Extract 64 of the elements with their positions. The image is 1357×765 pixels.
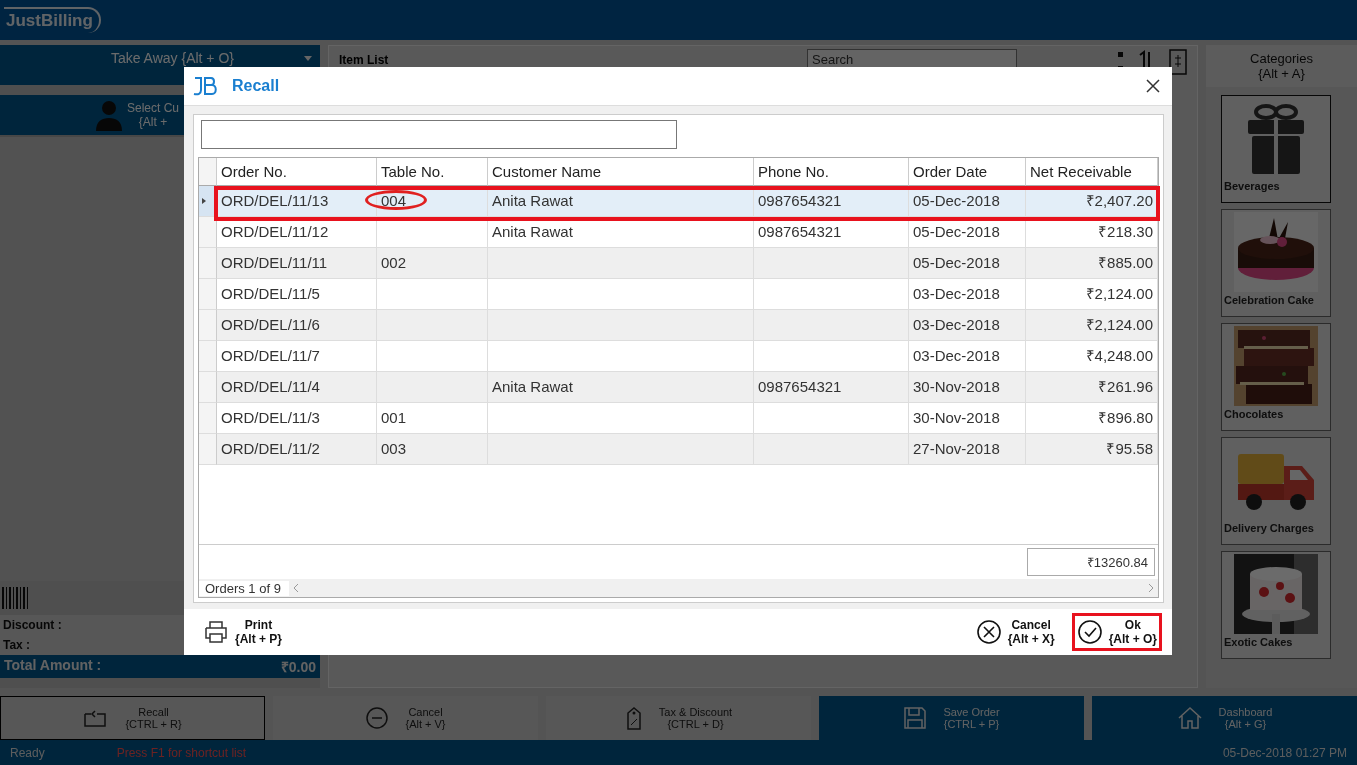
category-tile[interactable]: Chocolates: [1221, 323, 1331, 431]
search-field[interactable]: Search: [807, 49, 1017, 69]
ok-button[interactable]: Ok {Alt + O}: [1071, 613, 1162, 651]
price-tag-icon: [624, 705, 643, 731]
table-cell: ₹2,124.00: [1026, 310, 1158, 341]
table-cell: 003: [377, 434, 488, 465]
date-time: 05-Dec-2018 01:27 PM: [1222, 745, 1347, 760]
table-cell: 0987654321: [754, 372, 909, 403]
table-cell: 05-Dec-2018: [909, 248, 1026, 279]
highlight-ellipse: [365, 190, 427, 210]
jb-logo-icon: [192, 76, 218, 96]
category-tile[interactable]: Delivery Charges: [1221, 437, 1331, 545]
document-icon[interactable]: [1169, 49, 1187, 75]
shortcut-hint: Press F1 for shortcut list: [116, 745, 248, 760]
app-logo: JustBilling: [4, 7, 101, 33]
action-button[interactable]: Dashboard {Alt + G}: [1092, 696, 1357, 740]
table-cell: ORD/DEL/11/6: [217, 310, 377, 341]
status-text: Ready: [10, 745, 45, 760]
total-label: Total Amount :: [4, 657, 102, 675]
person-icon: [95, 99, 123, 131]
table-cell: ORD/DEL/11/11: [217, 248, 377, 279]
action-button[interactable]: Save Order {CTRL + P}: [819, 696, 1084, 740]
total-value: ₹0.00: [280, 658, 316, 676]
table-cell: ORD/DEL/11/4: [217, 372, 377, 403]
categories-button[interactable]: Categories {Alt + A}: [1206, 45, 1357, 87]
category-name: Chocolates: [1224, 408, 1284, 420]
table-cell: 002: [377, 248, 488, 279]
check-circle-icon: [1076, 619, 1103, 645]
panel-title: Item List: [339, 52, 390, 67]
table-cell: ₹95.58: [1026, 434, 1158, 465]
scroll-left-icon[interactable]: [292, 583, 299, 593]
table-cell: 03-Dec-2018: [909, 310, 1026, 341]
column-header[interactable]: Order No.: [217, 158, 377, 186]
category-name: Celebration Cake: [1224, 294, 1314, 306]
close-icon[interactable]: [1146, 79, 1160, 93]
category-tile[interactable]: Celebration Cake: [1221, 209, 1331, 317]
category-name: Beverages: [1224, 180, 1280, 192]
table-cell: ORD/DEL/11/2: [217, 434, 377, 465]
table-cell: ₹885.00: [1026, 248, 1158, 279]
search-field[interactable]: [201, 120, 677, 149]
table-cell: ₹261.96: [1026, 372, 1158, 403]
table-cell: 30-Nov-2018: [909, 372, 1026, 403]
column-header[interactable]: Phone No.: [754, 158, 909, 186]
action-button[interactable]: Recall {CTRL + R}: [0, 696, 265, 740]
home-icon: [1176, 706, 1203, 730]
table-cell: Anita Rawat: [488, 372, 754, 403]
column-header[interactable]: Customer Name: [488, 158, 754, 186]
column-header[interactable]: Order Date: [909, 158, 1026, 186]
category-name: Exotic Cakes: [1224, 636, 1293, 648]
category-name: Delivery Charges: [1224, 522, 1314, 534]
minus-circle-icon: [365, 706, 390, 730]
row-header[interactable]: [199, 217, 217, 248]
total-field[interactable]: ₹13260.84: [1027, 548, 1155, 576]
category-tile[interactable]: Exotic Cakes: [1221, 551, 1331, 659]
column-header[interactable]: Net Receivable: [1026, 158, 1158, 186]
scroll-right-icon[interactable]: [1148, 583, 1154, 593]
row-header: [199, 158, 217, 186]
caret-icon: [304, 56, 312, 61]
category-tile[interactable]: Beverages: [1221, 95, 1331, 203]
table-cell: 27-Nov-2018: [909, 434, 1026, 465]
close-circle-icon: [975, 619, 1002, 645]
column-header[interactable]: Table No.: [377, 158, 488, 186]
printer-icon: [203, 620, 229, 644]
pager-text: Orders 1 of 9: [199, 580, 289, 596]
